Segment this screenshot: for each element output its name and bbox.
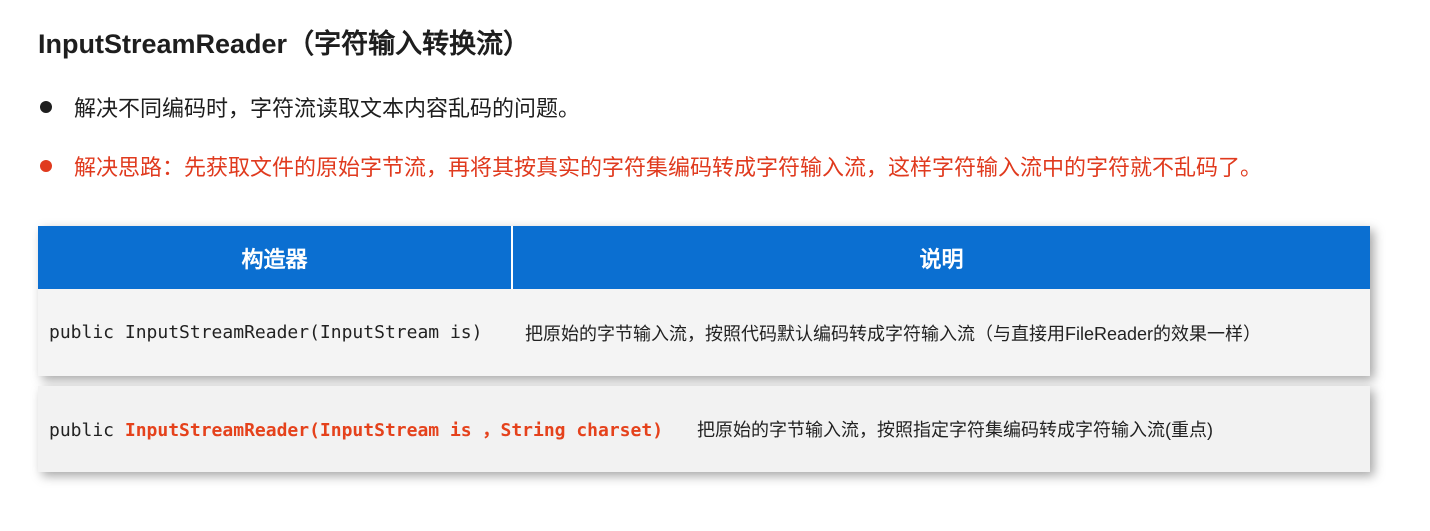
constructor-description: 把原始的字节输入流，按照指定字符集编码转成字符输入流(重点) bbox=[697, 420, 1214, 440]
access-modifier: public bbox=[49, 420, 125, 441]
constructor-description: 把原始的字节输入流，按照代码默认编码转成字符输入流（与直接用FileReader… bbox=[525, 323, 1262, 344]
table-row: public InputStreamReader(InputStream is)… bbox=[38, 289, 1370, 376]
bullet-text: 解决思路：先获取文件的原始字节流，再将其按真实的字符集编码转成字符输入流，这样字… bbox=[74, 155, 1263, 180]
bullet-text: 解决不同编码时，字符流读取文本内容乱码的问题。 bbox=[74, 96, 581, 121]
constructor-name: InputStreamReader(InputStream is) bbox=[124, 322, 483, 343]
constructor-table: 构造器 说明 public InputStreamReader(InputStr… bbox=[38, 226, 1370, 376]
table-header: 构造器 说明 bbox=[38, 226, 1370, 289]
bullet-problem: 解决不同编码时，字符流读取文本内容乱码的问题。 bbox=[40, 91, 580, 123]
bullet-dot-icon bbox=[40, 160, 52, 172]
header-constructor: 构造器 bbox=[38, 226, 513, 289]
constructor-signature: public InputStreamReader(InputStream is … bbox=[38, 416, 663, 442]
bullet-solution: 解决思路：先获取文件的原始字节流，再将其按真实的字符集编码转成字符输入流，这样字… bbox=[40, 150, 1262, 182]
constructor-signature: public InputStreamReader(InputStream is) bbox=[38, 322, 513, 343]
table-row: public InputStreamReader(InputStream is … bbox=[38, 386, 1370, 472]
slide: InputStreamReader（字符输入转换流） 解决不同编码时，字符流读取… bbox=[0, 0, 1430, 531]
access-modifier: public bbox=[49, 322, 125, 343]
bullet-dot-icon bbox=[40, 101, 52, 113]
page-title: InputStreamReader（字符输入转换流） bbox=[38, 29, 531, 59]
constructor-name-highlighted: InputStreamReader(InputStream is ，String… bbox=[124, 420, 664, 441]
header-description: 说明 bbox=[919, 246, 964, 272]
